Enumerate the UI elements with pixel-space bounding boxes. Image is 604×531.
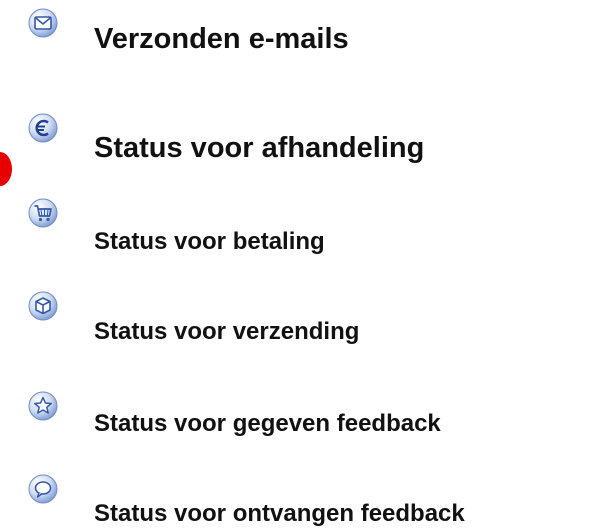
star-icon [27, 390, 59, 422]
menu-item-label: Status voor afhandeling [94, 132, 425, 164]
package-box-icon [27, 290, 59, 322]
menu-item-received-feedback-status[interactable]: Status voor ontvangen feedback [0, 470, 604, 531]
menu-item-shipping-status[interactable]: Status voor verzending [0, 285, 604, 365]
shopping-cart-icon [27, 197, 59, 229]
menu-item-label: Status voor betaling [94, 228, 325, 255]
euro-icon [27, 112, 59, 144]
menu-item-label: Status voor ontvangen feedback [94, 500, 465, 527]
menu-item-handling-status[interactable]: Status voor afhandeling [0, 100, 604, 180]
menu-item-label: Status voor verzending [94, 318, 360, 345]
envelope-icon [27, 7, 59, 39]
menu-item-label: Verzonden e-mails [94, 23, 349, 55]
menu-item-payment-status[interactable]: Status voor betaling [0, 190, 604, 270]
menu-item-label: Status voor gegeven feedback [94, 410, 441, 437]
speech-bubble-icon [27, 473, 59, 505]
menu-item-sent-emails[interactable]: Verzonden e-mails [0, 0, 604, 80]
menu-item-given-feedback-status[interactable]: Status voor gegeven feedback [0, 385, 604, 455]
